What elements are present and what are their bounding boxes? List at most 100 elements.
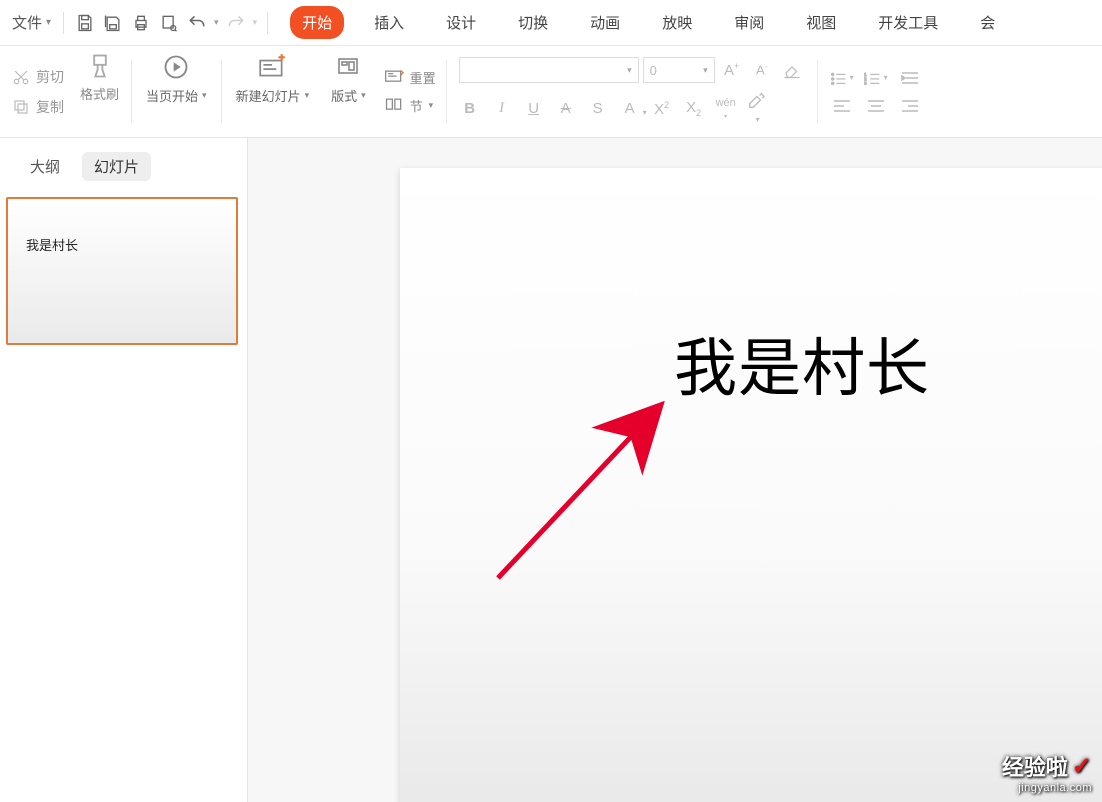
file-menu[interactable]: 文件 ▾ (4, 12, 59, 33)
quick-access-toolbar: 文件 ▾ ▾ ▾ 开始 插入 设计 切换 动画 放映 审阅 视图 (0, 0, 1102, 46)
strikethrough-button[interactable]: A (555, 100, 577, 117)
reset-section-group: 重置 节 ▾ (378, 52, 442, 131)
chevron-down-icon: ▾ (361, 90, 366, 101)
cut-button[interactable]: 剪切 (12, 67, 64, 87)
number-list-button[interactable]: 123▾ (864, 69, 888, 87)
section-button[interactable]: 节 ▾ (384, 96, 436, 116)
paragraph-group: ▾ 123▾ (822, 52, 930, 131)
save-as-icon[interactable] (102, 12, 124, 34)
redo-dropdown-icon[interactable]: ▾ (253, 17, 258, 28)
check-icon: ✓ (1072, 752, 1092, 781)
play-icon (161, 52, 191, 82)
tab-developer[interactable]: 开发工具 (866, 6, 950, 39)
tab-review[interactable]: 审阅 (722, 6, 776, 39)
align-left-button[interactable] (830, 97, 854, 115)
from-current-slide-button[interactable]: 当页开始 ▾ (136, 52, 217, 131)
chevron-down-icon: ▾ (429, 100, 434, 111)
reset-button[interactable]: 重置 (384, 68, 436, 88)
font-size-combo[interactable]: 0 ▾ (643, 57, 715, 83)
new-slide-button[interactable]: 新建幻灯片 ▾ (226, 52, 320, 131)
italic-button[interactable]: I (491, 100, 513, 117)
content-area: 大纲 幻灯片 我是村长 我是村长 (0, 138, 1102, 802)
align-right-button[interactable] (898, 97, 922, 115)
shrink-font-button[interactable]: A- (749, 57, 775, 83)
reset-label: 重置 (410, 68, 436, 87)
clipboard-group: 剪切 复制 (6, 52, 70, 131)
superscript-button[interactable]: X2 (651, 100, 673, 118)
thumbnail-title: 我是村长 (26, 238, 78, 253)
chevron-down-icon: ▾ (305, 90, 310, 101)
panel-tab-outline[interactable]: 大纲 (18, 152, 72, 181)
chevron-down-icon: ▾ (202, 90, 207, 101)
shrink-font-icon: A- (756, 62, 767, 77)
tab-view[interactable]: 视图 (794, 6, 848, 39)
layout-icon (333, 52, 363, 82)
copy-button[interactable]: 复制 (12, 97, 64, 117)
reset-icon (384, 68, 404, 88)
separator (63, 12, 64, 34)
panel-tabs: 大纲 幻灯片 (0, 138, 247, 191)
tab-animation[interactable]: 动画 (578, 6, 632, 39)
indent-button[interactable] (898, 69, 922, 87)
phonetic-button[interactable]: wén▾ (715, 97, 737, 121)
redo-icon[interactable] (225, 12, 247, 34)
separator (131, 60, 132, 123)
layout-label: 版式 (331, 86, 357, 105)
quick-access-icons: ▾ ▾ (68, 12, 263, 34)
align-center-button[interactable] (864, 97, 888, 115)
cut-label: 剪切 (36, 67, 64, 87)
bullet-list-button[interactable]: ▾ (830, 69, 854, 87)
separator (446, 60, 447, 123)
tab-design[interactable]: 设计 (434, 6, 488, 39)
format-painter-label: 格式刷 (80, 84, 119, 103)
slide-thumbnail-1[interactable]: 我是村长 (6, 197, 238, 345)
chevron-down-icon: ▾ (46, 17, 51, 28)
slide-title-text[interactable]: 我是村长 (674, 318, 930, 409)
print-preview-icon[interactable] (158, 12, 180, 34)
shadow-button[interactable]: S (587, 100, 609, 117)
new-slide-label: 新建幻灯片 (236, 86, 301, 105)
highlight-button[interactable]: ▾ (747, 91, 769, 126)
tab-transition[interactable]: 切换 (506, 6, 560, 39)
bold-button[interactable]: B (459, 100, 481, 117)
ribbon-tabs: 开始 插入 设计 切换 动画 放映 审阅 视图 开发工具 会 (290, 6, 1007, 39)
tab-slideshow[interactable]: 放映 (650, 6, 704, 39)
tab-more[interactable]: 会 (968, 6, 1007, 39)
ribbon: 剪切 复制 格式刷 当页开始 ▾ 新建幻灯片 ▾ 版式 ▾ (0, 46, 1102, 138)
undo-icon[interactable] (186, 12, 208, 34)
section-label: 节 (410, 96, 423, 115)
separator (221, 60, 222, 123)
file-menu-label: 文件 (12, 12, 42, 33)
tab-insert[interactable]: 插入 (362, 6, 416, 39)
format-painter-button[interactable]: 格式刷 (72, 52, 127, 131)
slide-panel: 大纲 幻灯片 我是村长 (0, 138, 248, 802)
chevron-down-icon: ▾ (703, 65, 708, 76)
grow-font-button[interactable]: A+ (719, 57, 745, 83)
grow-font-icon: A+ (724, 61, 739, 79)
format-painter-icon (86, 52, 114, 80)
clear-format-button[interactable] (779, 57, 805, 83)
panel-tab-slides[interactable]: 幻灯片 (82, 152, 151, 181)
layout-button[interactable]: 版式 ▾ (321, 52, 376, 131)
slide-canvas[interactable]: 我是村长 (248, 138, 1102, 802)
thumbnail-list: 我是村长 (0, 191, 247, 351)
slide[interactable]: 我是村长 (400, 168, 1102, 802)
underline-button[interactable]: U (523, 100, 545, 117)
save-icon[interactable] (74, 12, 96, 34)
font-family-combo[interactable]: ▾ (459, 57, 639, 83)
copy-label: 复制 (36, 97, 64, 117)
section-icon (384, 96, 404, 116)
font-color-button[interactable]: A▾ (619, 100, 641, 117)
undo-dropdown-icon[interactable]: ▾ (214, 17, 219, 28)
eraser-icon (783, 61, 801, 79)
font-group: ▾ 0 ▾ A+ A- B I U A S A▾ (451, 52, 813, 131)
annotation-arrow-icon (488, 388, 688, 588)
watermark: 经验啦 ✓ jingyanla.com (1002, 750, 1092, 794)
chevron-down-icon: ▾ (627, 65, 632, 76)
separator (267, 12, 268, 34)
subscript-button[interactable]: X2 (683, 99, 705, 118)
print-icon[interactable] (130, 12, 152, 34)
tab-start[interactable]: 开始 (290, 6, 344, 39)
from-current-label: 当页开始 (146, 86, 198, 105)
watermark-url: jingyanla.com (1002, 782, 1092, 794)
